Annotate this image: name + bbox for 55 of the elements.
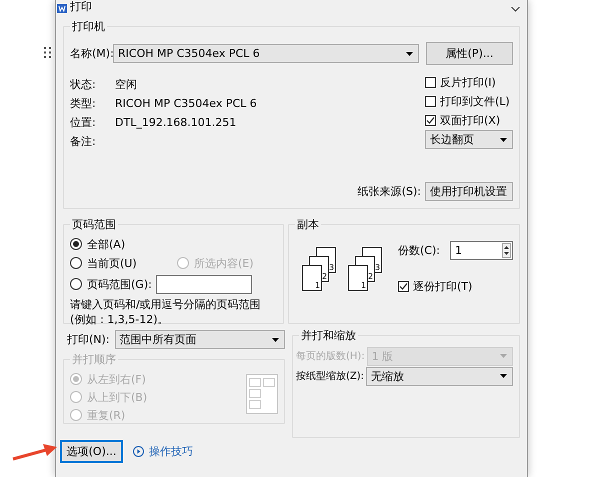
info-value: RICOH MP C3504ex PCL 6: [115, 97, 257, 110]
radio-button[interactable]: [70, 278, 82, 290]
radio-button[interactable]: [70, 238, 82, 250]
copies-spin-field[interactable]: 1: [450, 241, 513, 260]
caret-icon: [406, 52, 413, 56]
field-label: 每页的版数(H):: [296, 350, 365, 363]
info-label: 备注:: [70, 134, 97, 149]
checkbox[interactable]: [425, 77, 436, 88]
field-label: 打印(N):: [67, 332, 110, 347]
caret-icon: [500, 374, 507, 378]
field-label: 名称(M):: [70, 46, 113, 61]
play-icon: [133, 446, 144, 457]
group-title: 副本: [296, 217, 320, 232]
radio-button[interactable]: [70, 257, 82, 269]
field-label: 按纸型缩放(Z):: [296, 370, 364, 383]
field-label: 份数(C):: [398, 243, 440, 258]
info-label: 状态:: [70, 77, 97, 92]
checkbox-label[interactable]: 打印到文件(L): [440, 94, 510, 109]
drag-handle-icon[interactable]: [44, 47, 51, 58]
checkbox-label[interactable]: 双面打印(X): [440, 113, 500, 128]
caret-icon: [272, 338, 279, 342]
dropdown[interactable]: RICOH MP C3504ex PCL 6: [113, 44, 419, 63]
group-title: 并打顺序: [71, 352, 117, 367]
dropdown[interactable]: 长边翻页: [425, 130, 513, 149]
dropdown[interactable]: 无缩放: [366, 366, 513, 386]
options-button[interactable]: 选项(O)...: [60, 440, 123, 463]
spinner-arrows-icon[interactable]: [502, 243, 511, 258]
radio-label[interactable]: 页码范围(G):: [87, 276, 152, 292]
tips-link[interactable]: 操作技巧: [133, 444, 193, 459]
caret-icon: [500, 138, 507, 142]
hint-text: 请键入页码和/或用逗号分隔的页码范围(例如：1,3,5-12)。: [70, 297, 262, 327]
dropdown[interactable]: 使用打印机设置: [425, 182, 513, 201]
field-label: 纸张来源(S):: [358, 184, 421, 199]
checkbox[interactable]: [398, 281, 410, 292]
caret-icon: [500, 354, 507, 358]
group-title: 打印机: [71, 19, 106, 34]
info-value: 空闲: [115, 77, 137, 92]
app-icon: [57, 4, 67, 13]
checkbox[interactable]: [425, 96, 436, 107]
group-title: 并打和缩放: [300, 328, 357, 343]
checkbox[interactable]: [425, 115, 436, 126]
radio-label[interactable]: 当前页(U): [87, 256, 137, 270]
group-title: 页码范围: [71, 217, 117, 232]
info-value: DTL_192.168.101.251: [115, 116, 236, 129]
page-order-icon: [246, 374, 278, 414]
checkbox-label[interactable]: 反片打印(I): [440, 75, 496, 90]
info-label: 类型:: [70, 96, 97, 111]
page-range-field[interactable]: [156, 274, 252, 294]
properties-button[interactable]: 属性(P)...: [426, 42, 513, 65]
radio-label[interactable]: 全部(A): [87, 236, 126, 252]
dropdown[interactable]: 范围中所有页面: [114, 330, 285, 349]
info-label: 位置:: [70, 115, 97, 130]
window-title: 打印: [70, 0, 92, 13]
checkbox-label[interactable]: 逐份打印(T): [413, 279, 472, 294]
pointer-arrow: [12, 444, 57, 460]
